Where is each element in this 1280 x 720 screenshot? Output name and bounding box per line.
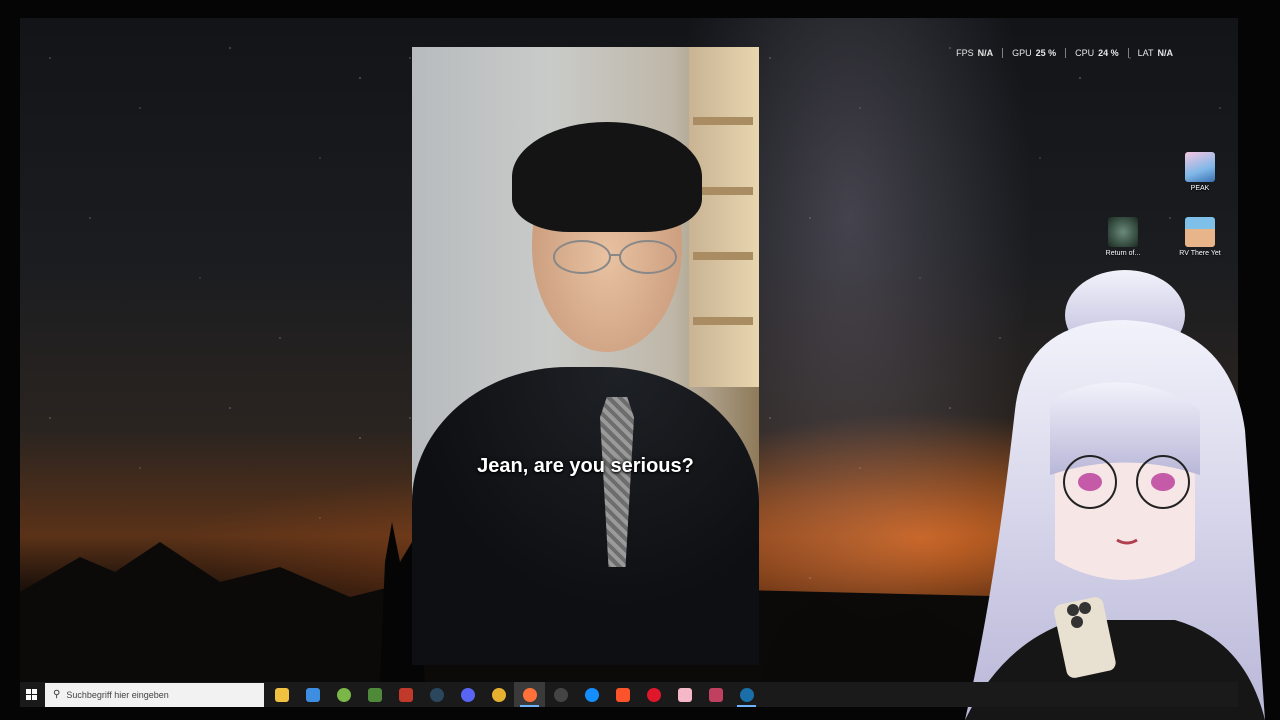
taskbar-streamer-bot-button[interactable]: [390, 682, 421, 707]
taskbar-opera-gx-button[interactable]: [638, 682, 669, 707]
taskbar-vtube-app-button[interactable]: [669, 682, 700, 707]
taskbar-discord-button[interactable]: [452, 682, 483, 707]
performance-overlay: FPS N/A GPU 25 % CPU 24 % LAT N/A: [947, 48, 1182, 58]
opera-gx-icon: [646, 687, 661, 702]
taskbar-app-button[interactable]: [700, 682, 731, 707]
desktop-shortcut-rv-there-yet[interactable]: RV There Yet: [1170, 217, 1230, 257]
taskbar-brave-browser-button[interactable]: [607, 682, 638, 707]
taskbar-android-app-button[interactable]: [328, 682, 359, 707]
vtube-app-icon: [677, 687, 692, 702]
cpu-stat: CPU 24 %: [1065, 48, 1128, 58]
start-button[interactable]: [20, 682, 42, 707]
person-hair: [512, 122, 702, 232]
fps-stat: FPS N/A: [956, 48, 994, 58]
microsoft-store-icon: [305, 687, 320, 702]
taskbar-search-box[interactable]: ⚲ Suchbegriff hier eingeben: [45, 682, 264, 707]
glasses-icon: [553, 240, 677, 274]
gpu-stat: GPU 25 %: [1002, 48, 1065, 58]
steam-icon: [429, 687, 444, 702]
taskbar-microsoft-store-button[interactable]: [297, 682, 328, 707]
desktop-shortcut-label: Return of...: [1105, 250, 1141, 257]
taskbar-obs-studio-button[interactable]: [545, 682, 576, 707]
returnal-game-icon: [1108, 217, 1138, 247]
brave-browser-icon: [615, 687, 630, 702]
desktop-shortcut-label: PEAK: [1190, 185, 1210, 192]
app-icon: [708, 687, 723, 702]
video-player[interactable]: Jean, are you serious?: [412, 47, 759, 665]
minecraft-icon: [367, 687, 382, 702]
taskbar-pinned-apps: [266, 682, 762, 707]
desktop-shortcut-peak[interactable]: PEAK: [1170, 152, 1230, 192]
taskbar-file-explorer-button[interactable]: [266, 682, 297, 707]
desktop-shortcut-label: RV There Yet: [1179, 250, 1221, 257]
taskbar-chrome-button[interactable]: [483, 682, 514, 707]
firefox-icon: [522, 687, 537, 702]
windows-taskbar: ⚲ Suchbegriff hier eingeben: [20, 682, 1238, 707]
obs-studio-icon: [553, 687, 568, 702]
taskbar-battle-net-button[interactable]: [576, 682, 607, 707]
video-subtitle: Jean, are you serious?: [477, 455, 694, 477]
taskbar-steam-button[interactable]: [421, 682, 452, 707]
rv-there-yet-game-icon: [1185, 217, 1215, 247]
android-app-icon: [336, 687, 351, 702]
streamer-bot-icon: [398, 687, 413, 702]
battle-net-icon: [584, 687, 599, 702]
search-placeholder: Suchbegriff hier eingeben: [66, 689, 169, 700]
taskbar-minecraft-button[interactable]: [359, 682, 390, 707]
bookshelf-background: [689, 47, 759, 387]
chrome-icon: [491, 687, 506, 702]
steam-icon-2: [739, 687, 754, 702]
windows-logo-icon: [25, 689, 37, 700]
vtuber-avatar: [965, 270, 1265, 720]
desktop-shortcut-returnal[interactable]: Return of...: [1093, 217, 1153, 257]
taskbar-firefox-button[interactable]: [514, 682, 545, 707]
search-icon: ⚲: [53, 689, 61, 700]
latency-stat: LAT N/A: [1127, 48, 1182, 58]
file-explorer-icon: [274, 687, 289, 702]
peak-game-icon: [1185, 152, 1215, 182]
taskbar-steam-button[interactable]: [731, 682, 762, 707]
discord-icon: [460, 687, 475, 702]
person-suit: [412, 367, 759, 665]
